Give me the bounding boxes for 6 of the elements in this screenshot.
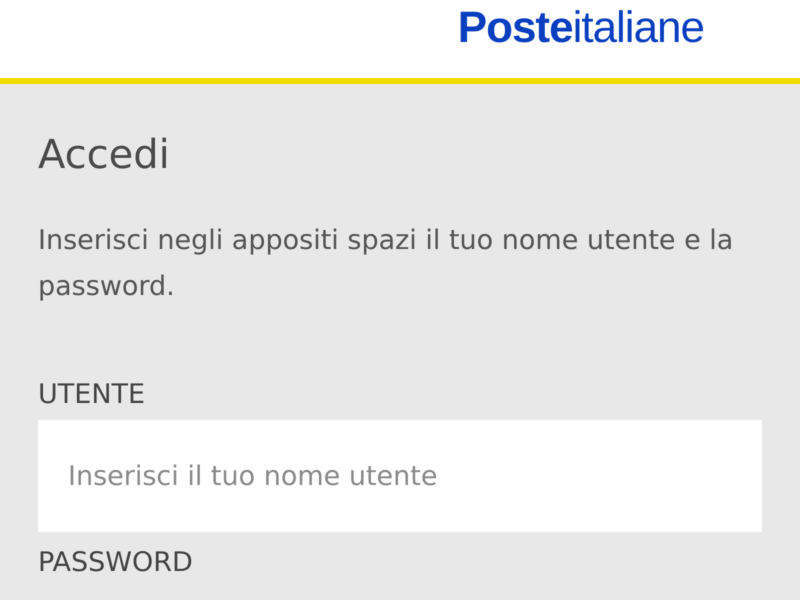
field-label: UTENTE <box>38 378 146 412</box>
field-label: PASSWORD <box>38 546 194 580</box>
input-field[interactable]: Inserisci il tuo nome utente <box>38 420 762 532</box>
logo: Posteitaliane <box>458 6 704 50</box>
page-title: Accedi <box>38 131 171 180</box>
instructions-text: Inserisci negli appositi spazi il tuo nome utente e la password. <box>38 224 734 304</box>
